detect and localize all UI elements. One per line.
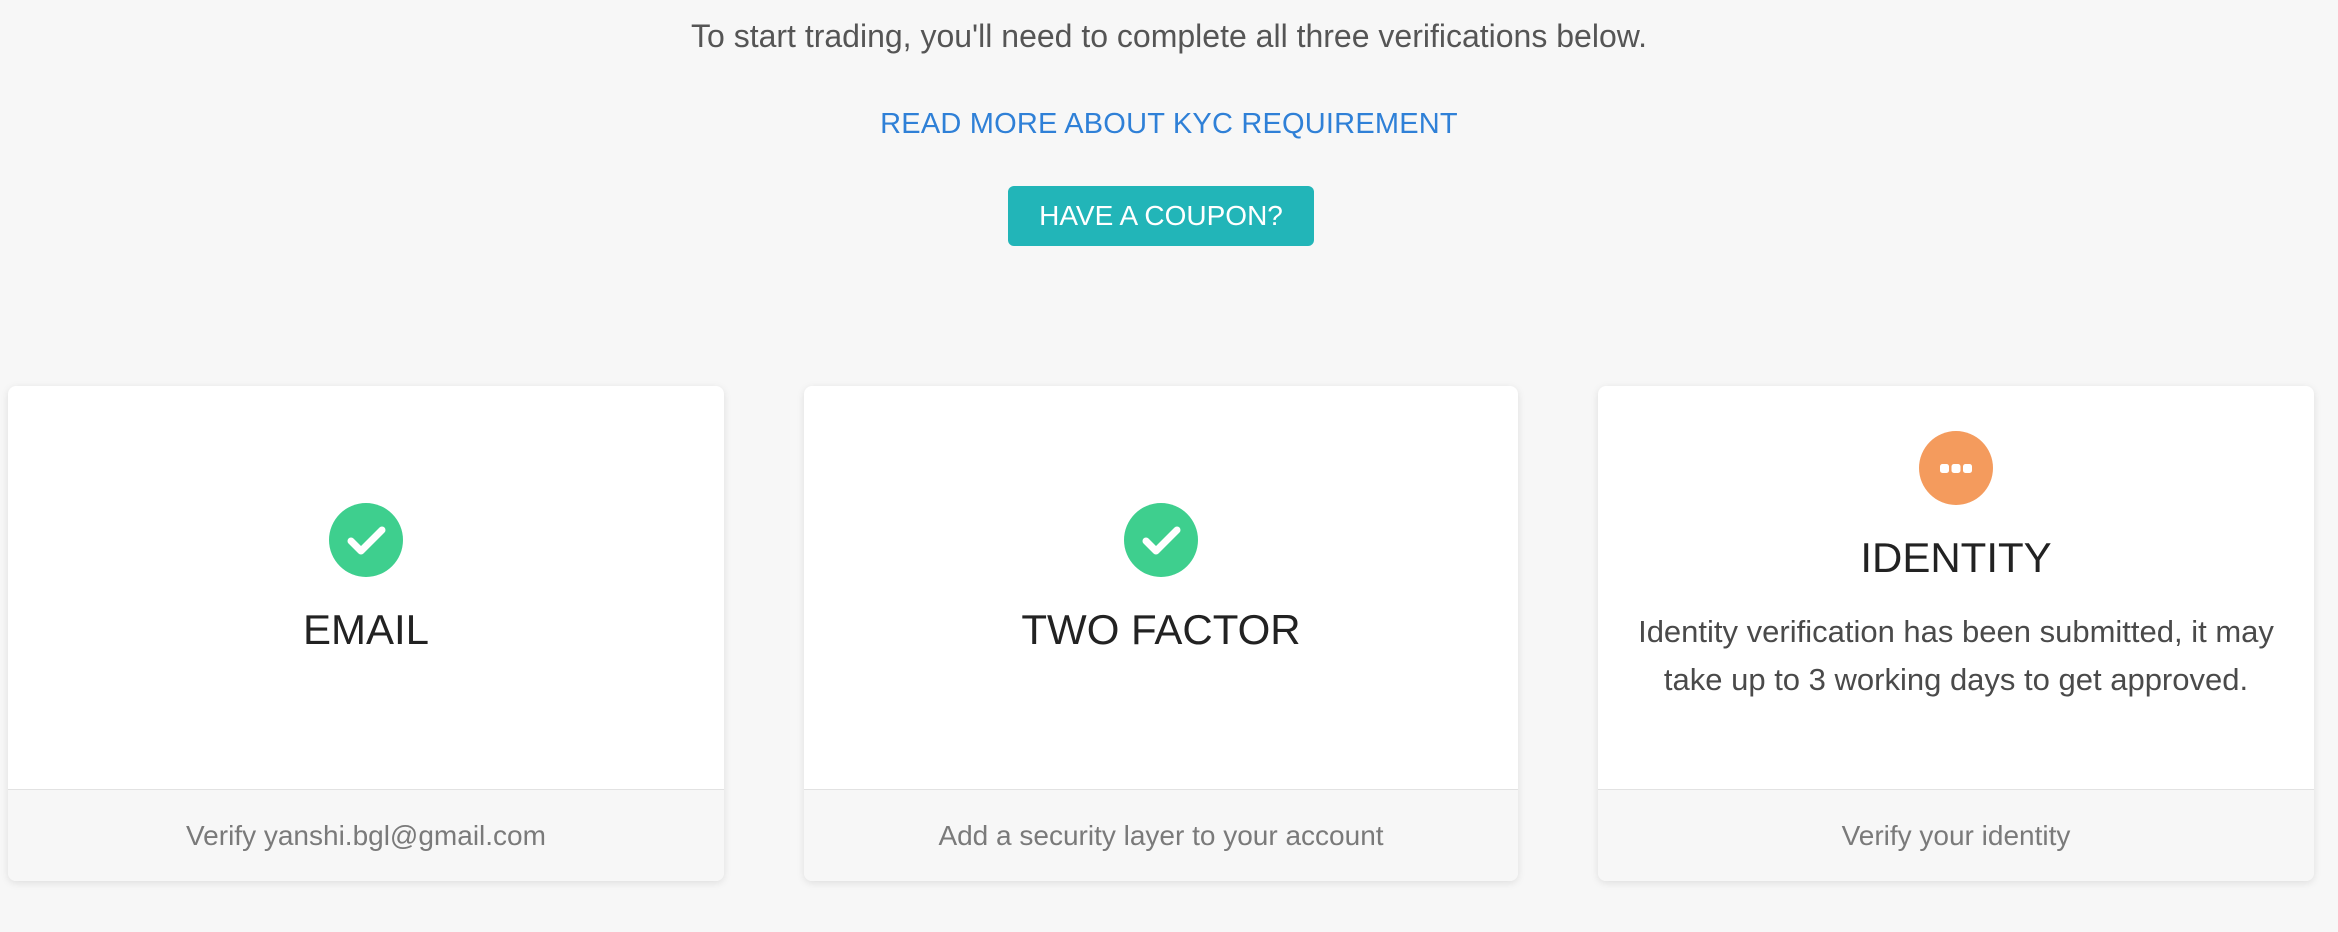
- kyc-requirement-link[interactable]: READ MORE ABOUT KYC REQUIREMENT: [880, 108, 1458, 140]
- intro-text: To start trading, you'll need to complet…: [691, 18, 1647, 54]
- identity-verification-card[interactable]: IDENTITY Identity verification has been …: [1598, 386, 2314, 881]
- two-factor-verification-card[interactable]: TWO FACTOR Add a security layer to your …: [804, 386, 1518, 881]
- card-body: IDENTITY Identity verification has been …: [1598, 386, 2314, 789]
- card-title-email: EMAIL: [302, 606, 430, 653]
- check-circle-icon: [329, 503, 403, 577]
- card-footer-email[interactable]: Verify yanshi.bgl@gmail.com: [8, 789, 724, 881]
- email-verification-card[interactable]: EMAIL Verify yanshi.bgl@gmail.com: [8, 386, 724, 881]
- card-footer-two-factor[interactable]: Add a security layer to your account: [804, 789, 1518, 881]
- card-title-two-factor: TWO FACTOR: [1021, 606, 1301, 653]
- ellipsis-circle-icon: [1919, 431, 1993, 505]
- card-body: TWO FACTOR: [804, 386, 1518, 789]
- card-body: EMAIL: [8, 386, 724, 789]
- card-title-identity: IDENTITY: [1860, 534, 2052, 581]
- kyc-link-row: READ MORE ABOUT KYC REQUIREMENT: [0, 108, 2338, 141]
- have-coupon-button[interactable]: HAVE A COUPON?: [1008, 186, 1314, 246]
- check-circle-icon: [1124, 503, 1198, 577]
- card-footer-identity[interactable]: Verify your identity: [1598, 789, 2314, 881]
- identity-status-message: Identity verification has been submitted…: [1638, 614, 2274, 697]
